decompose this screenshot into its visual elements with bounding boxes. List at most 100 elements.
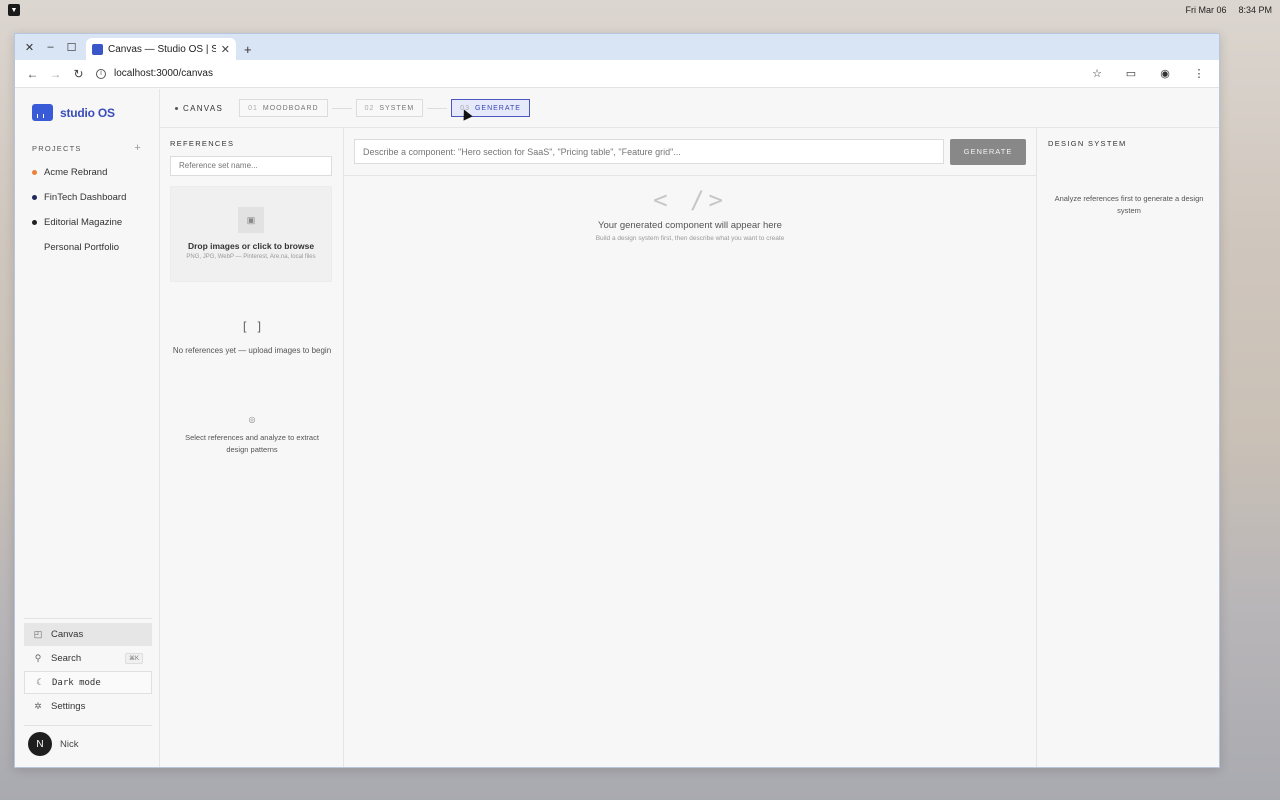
project-dot [32,170,37,175]
step-canvas-label: CANVAS [175,104,223,113]
os-time: 8:34 PM [1238,5,1272,15]
moon-icon: ☾ [36,677,42,688]
search-shortcut-badge: ⌘K [124,653,143,664]
address-bar-row: ← → ↻ i localhost:3000/canvas ☆ ▭ ◉ ⋮ [15,60,1219,88]
step-connector [427,107,448,109]
project-dot [32,245,37,250]
prompt-row: GENERATE [344,128,1036,176]
step-number: 02 [364,104,375,112]
project-item-fintech-dashboard[interactable]: FinTech Dashboard [15,185,159,210]
generate-button[interactable]: GENERATE [950,138,1026,165]
brand-name: studio OS [60,105,115,120]
os-top-bar: ▼ Fri Mar 06 8:34 PM [0,0,1280,20]
analyze-hint-text: Select references and analyze to extract… [185,433,319,454]
tab-close-icon[interactable]: ✕ [221,43,230,56]
project-label: FinTech Dashboard [44,192,127,203]
project-item-editorial-magazine[interactable]: Editorial Magazine [15,210,159,235]
analyze-icon: ◎ [248,415,256,424]
add-project-icon[interactable]: + [134,142,142,154]
browser-tab-canvas[interactable]: Canvas — Studio OS | Stu ✕ [86,38,236,60]
project-label: Personal Portfolio [44,242,119,253]
project-item-personal-portfolio[interactable]: Personal Portfolio [15,235,159,260]
brand[interactable]: studio OS [15,89,159,136]
sidebar: studio OS PROJECTS + Acme Rebrand FinTec… [15,89,160,767]
project-list: Acme Rebrand FinTech Dashboard Editorial… [15,160,159,260]
code-icon: < /> [653,186,727,214]
dropzone-subtitle: PNG, JPG, WebP — Pinterest, Are.na, loca… [186,254,316,260]
menu-kebab-icon[interactable]: ⋮ [1185,62,1213,86]
favicon-icon [92,43,103,55]
project-label: Editorial Magazine [44,217,123,228]
studio-logo-icon [32,104,53,121]
browser-tabbar: ✕ – ☐ Canvas — Studio OS | Stu ✕ + [15,34,1219,60]
projects-header: PROJECTS + [15,142,159,154]
project-label: Acme Rebrand [44,167,108,178]
maximize-window-icon[interactable]: ☐ [61,34,82,60]
os-logo-icon[interactable]: ▼ [8,4,20,16]
project-dot [32,195,37,200]
nav-canvas-label: Canvas [51,629,84,640]
reference-set-name-input[interactable] [170,155,332,176]
placeholder-subtitle: Build a design system first, then descri… [595,235,785,242]
project-item-acme-rebrand[interactable]: Acme Rebrand [15,160,159,185]
image-dropzone[interactable]: ▣ Drop images or click to browse PNG, JP… [170,185,332,282]
references-panel: REFERENCES ▣ Drop images or click to bro… [160,128,344,767]
nav-settings[interactable]: ✲ Settings [24,695,152,718]
step-system[interactable]: 02 SYSTEM [355,99,424,117]
canvas-icon: ◰ [33,629,43,639]
step-label: SYSTEM [379,104,415,112]
canvas-label-text: CANVAS [183,103,224,113]
user-profile[interactable]: N Nick [24,725,152,767]
forward-icon[interactable]: → [44,62,67,86]
output-placeholder: < /> Your generated component will appea… [344,176,1036,242]
nav-search[interactable]: ⚲ Search ⌘K [24,647,152,670]
studio-app: studio OS PROJECTS + Acme Rebrand FinTec… [15,89,1219,767]
browser-window: ✕ – ☐ Canvas — Studio OS | Stu ✕ + ← → ↻… [14,33,1220,768]
user-name: Nick [60,738,79,750]
step-connector [331,107,352,109]
nav-settings-label: Settings [51,701,86,712]
bookmark-star-icon[interactable]: ☆ [1083,62,1111,86]
step-number: 01 [248,104,258,112]
nav-dark-mode-label: Dark mode [52,677,101,688]
design-system-title: DESIGN SYSTEM [1048,139,1127,148]
project-dot [32,220,37,225]
sidebar-bottom-nav: ◰ Canvas ⚲ Search ⌘K ☾ Dark mode ✲ Setti… [24,618,152,767]
main-area: CANVAS 01 MOODBOARD 02 SYSTEM 03 GENERAT… [160,89,1219,767]
cast-icon[interactable]: ▭ [1117,62,1145,86]
minimize-window-icon[interactable]: – [40,34,61,60]
step-moodboard[interactable]: 01 MOODBOARD [239,99,328,117]
profile-icon[interactable]: ◉ [1151,62,1179,86]
tab-title: Canvas — Studio OS | Stu [108,43,216,55]
nav-dark-mode[interactable]: ☾ Dark mode [24,671,152,694]
references-title: REFERENCES [170,139,235,148]
avatar: N [28,732,52,756]
nav-search-label: Search [51,653,82,664]
search-icon: ⚲ [34,653,42,663]
projects-label: PROJECTS [32,143,82,153]
generate-panel: GENERATE < /> Your generated component w… [344,128,1037,767]
component-prompt-input[interactable] [354,139,944,164]
url-field[interactable]: i localhost:3000/canvas [96,68,1083,79]
image-icon: ▣ [238,207,264,233]
workflow-stepbar: CANVAS 01 MOODBOARD 02 SYSTEM 03 GENERAT… [160,89,1219,128]
step-label: MOODBOARD [262,104,319,112]
panels: REFERENCES ▣ Drop images or click to bro… [160,128,1219,767]
nav-canvas[interactable]: ◰ Canvas [24,623,152,646]
design-system-empty-text: Analyze references first to generate a d… [1054,194,1204,215]
empty-references-icon: [ ] [241,320,263,334]
os-date: Fri Mar 06 [1185,5,1227,15]
close-window-icon[interactable]: ✕ [19,34,40,60]
new-tab-icon[interactable]: + [244,38,252,60]
divider [24,618,152,619]
back-icon[interactable]: ← [21,62,44,86]
dropzone-title: Drop images or click to browse [187,241,315,251]
url-text: localhost:3000/canvas [114,68,213,79]
bullet-icon [175,106,178,110]
design-system-panel: DESIGN SYSTEM Analyze references first t… [1037,128,1219,767]
step-label: GENERATE [474,104,521,112]
reload-icon[interactable]: ↻ [67,62,90,86]
gear-icon: ✲ [34,701,42,711]
placeholder-title: Your generated component will appear her… [598,220,782,231]
site-info-icon[interactable]: i [96,68,106,79]
